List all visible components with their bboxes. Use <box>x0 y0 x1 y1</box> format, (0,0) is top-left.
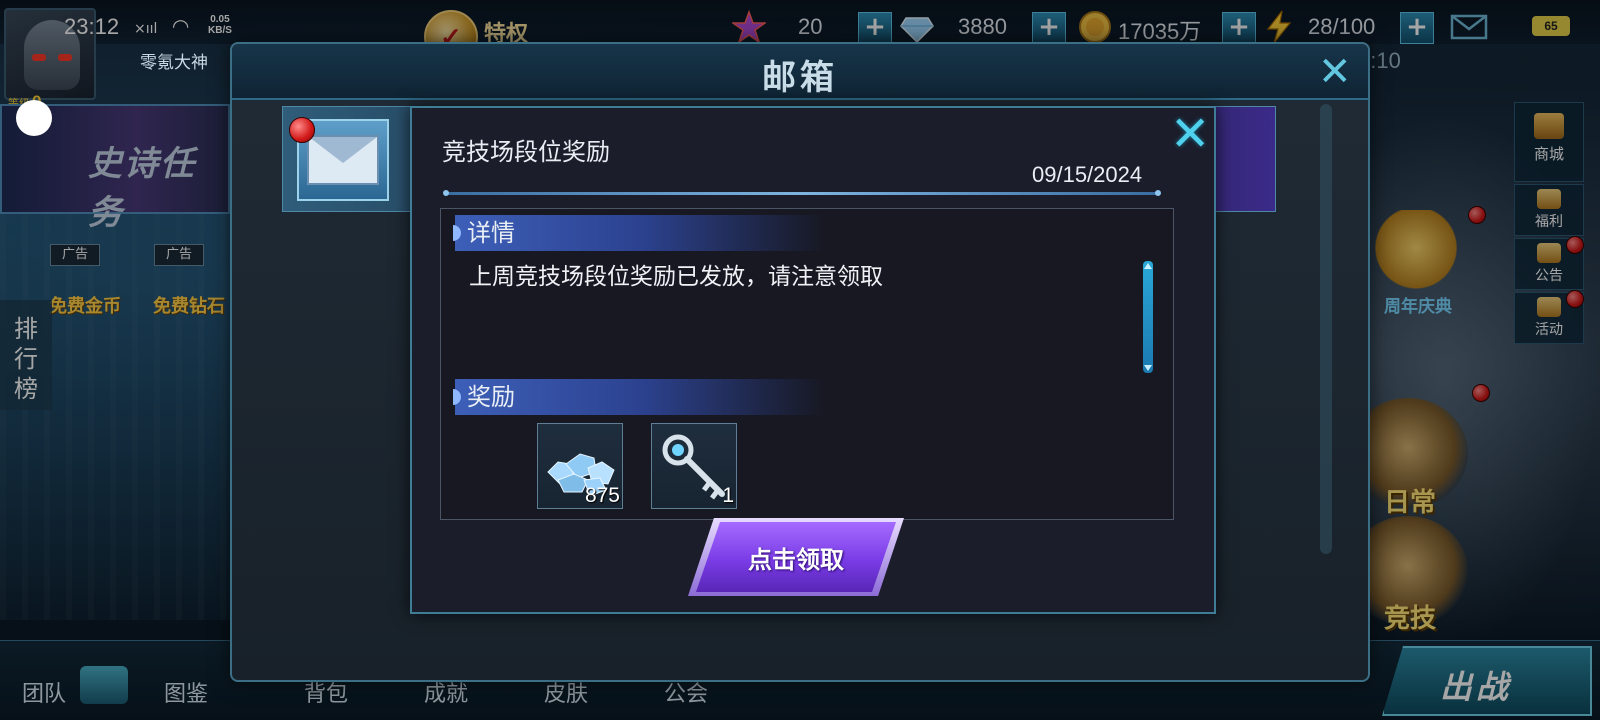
reward-slot-key[interactable]: 1 <box>651 423 737 509</box>
mail-message: 上周竞技场段位奖励已发放，请注意领取 <box>469 264 883 290</box>
reward-count: 1 <box>722 484 734 507</box>
detail-close-icon[interactable]: ✕ <box>1170 110 1210 158</box>
claim-button-label: 点击领取 <box>748 546 844 574</box>
floating-assist-dot[interactable] <box>16 100 52 136</box>
mail-date: 09/15/2024 <box>1032 162 1143 187</box>
reward-count: 875 <box>584 484 620 507</box>
mailbox-scrollbar[interactable] <box>1320 104 1332 554</box>
rewards-section-header: 奖励 <box>453 379 825 415</box>
reward-slot-diamonds[interactable]: 875 <box>537 423 623 509</box>
mail-body-scrollbar[interactable] <box>1143 261 1153 373</box>
mailbox-title: 邮箱 <box>762 58 838 98</box>
mail-body-panel: 详情 上周竞技场段位奖励已发放，请注意领取 奖励 875 1 <box>440 208 1174 520</box>
claim-reward-button[interactable]: 点击领取 <box>696 522 896 592</box>
mailbox-header: 邮箱 ✕ <box>232 44 1368 100</box>
mail-detail-title: 竞技场段位奖励 <box>442 138 610 166</box>
player-name: 零氪大神 <box>140 53 208 73</box>
silver-key-icon <box>662 434 725 500</box>
mailbox-close-icon[interactable]: ✕ <box>1318 52 1352 92</box>
title-divider <box>443 190 1161 196</box>
details-section-header: 详情 <box>453 215 825 251</box>
envelope-icon <box>307 135 379 185</box>
unread-red-dot <box>289 117 315 143</box>
mail-detail-dialog: 竞技场段位奖励 ✕ 09/15/2024 详情 上周竞技场段位奖励已发放，请注意… <box>410 106 1216 614</box>
